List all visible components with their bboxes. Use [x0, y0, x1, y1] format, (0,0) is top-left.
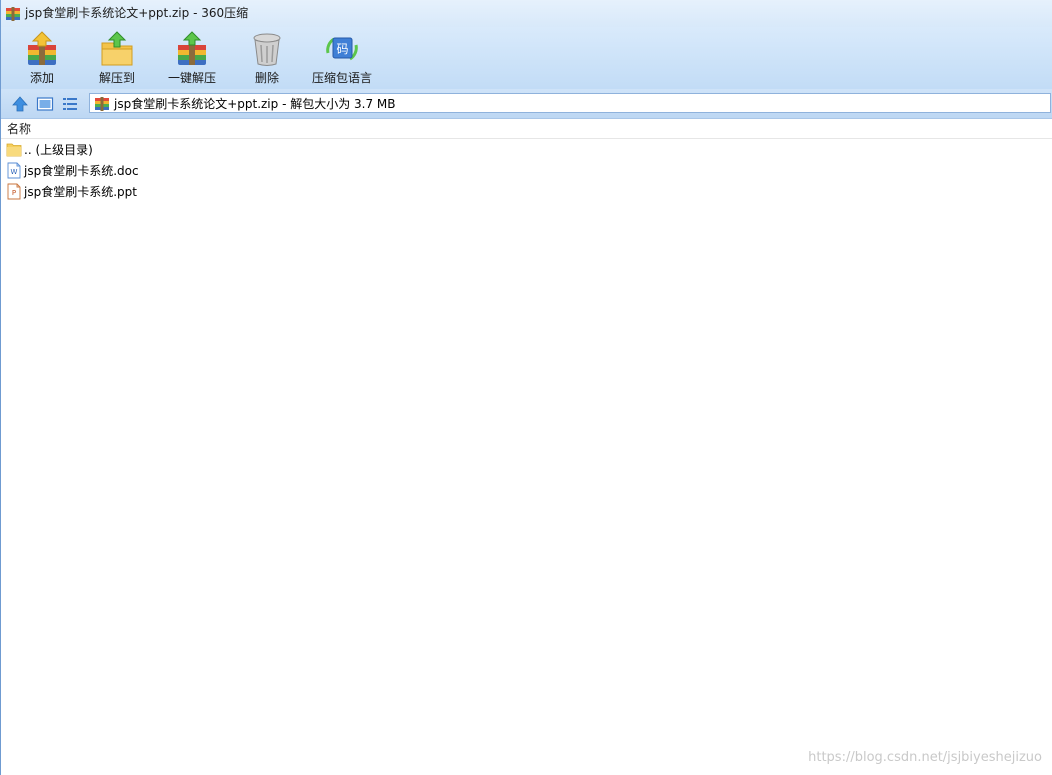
toolbar: 添加 解压到 一键解压 删除 码 压缩包语言 [1, 27, 1052, 89]
extract-to-button[interactable]: 解压到 [87, 29, 147, 89]
add-archive-icon [28, 31, 56, 65]
column-header-name[interactable]: 名称 [7, 122, 31, 136]
ppt-file-icon: P [7, 183, 21, 200]
add-button[interactable]: 添加 [12, 29, 72, 89]
zip-file-icon [95, 97, 109, 111]
svg-text:W: W [11, 168, 18, 176]
archive-language-button[interactable]: 码 压缩包语言 [306, 29, 378, 89]
window-title: jsp食堂刷卡系统论文+ppt.zip - 360压缩 [25, 6, 249, 20]
title-bar[interactable]: jsp食堂刷卡系统论文+ppt.zip - 360压缩 [1, 0, 1052, 27]
svg-text:P: P [12, 189, 16, 197]
list-header: 名称 [1, 120, 1052, 139]
extract-to-button-label: 解压到 [98, 71, 135, 85]
trash-icon [253, 33, 281, 66]
archive-language-icon: 码 [326, 37, 358, 61]
delete-button[interactable]: 删除 [237, 29, 297, 89]
svg-text:码: 码 [336, 42, 348, 56]
delete-button-label: 删除 [254, 71, 279, 85]
list-item-name: jsp食堂刷卡系统.ppt [24, 185, 137, 199]
path-text: jsp食堂刷卡系统论文+ppt.zip - 解包大小为 3.7 MB [114, 97, 396, 111]
one-click-extract-button[interactable]: 一键解压 [162, 29, 222, 89]
add-button-label: 添加 [29, 71, 54, 85]
archive-language-button-label: 压缩包语言 [311, 71, 372, 85]
archive-app-icon [6, 7, 20, 21]
folder-icon [6, 143, 22, 157]
extract-to-icon [101, 31, 133, 66]
list-item-name: jsp食堂刷卡系统.doc [24, 164, 139, 178]
file-list: .. (上级目录) W jsp食堂刷卡系统.doc P jsp食堂刷卡系统.pp… [1, 139, 1052, 202]
app-window: jsp食堂刷卡系统论文+ppt.zip - 360压缩 添加 解压到 一键解压 … [0, 0, 1052, 775]
path-field[interactable]: jsp食堂刷卡系统论文+ppt.zip - 解包大小为 3.7 MB [89, 93, 1051, 113]
one-click-extract-button-label: 一键解压 [167, 71, 216, 85]
watermark-text: https://blog.csdn.net/jsjbiyeshejizuo [808, 750, 1042, 765]
word-doc-icon: W [7, 162, 21, 179]
list-item-ppt-file[interactable]: P jsp食堂刷卡系统.ppt [1, 181, 1052, 202]
list-item-name: .. (上级目录) [24, 143, 93, 157]
list-item-parent-directory[interactable]: .. (上级目录) [1, 139, 1052, 160]
thumbnail-view-icon[interactable] [36, 95, 54, 113]
list-view-icon[interactable] [61, 95, 79, 113]
one-click-extract-icon [178, 31, 206, 65]
list-item-doc-file[interactable]: W jsp食堂刷卡系统.doc [1, 160, 1052, 181]
address-bar: jsp食堂刷卡系统论文+ppt.zip - 解包大小为 3.7 MB [1, 89, 1052, 119]
up-arrow-icon[interactable] [11, 95, 29, 113]
